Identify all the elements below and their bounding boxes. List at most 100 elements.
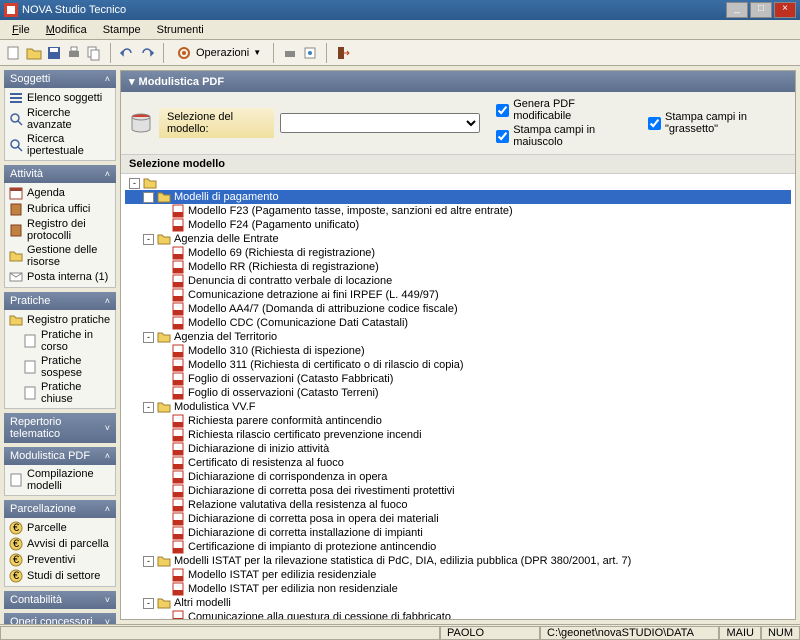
item-icon [23,334,37,348]
tree-node[interactable]: -Modelli ISTAT per la rilevazione statis… [125,554,791,568]
tree-node[interactable]: Certificato di resistenza al fuoco [125,456,791,470]
sidebar-item[interactable]: €Avvisi di parcella [5,536,115,552]
pdf-icon [171,386,185,400]
tree-node[interactable]: Dichiarazione di inizio attività [125,442,791,456]
tree-node[interactable]: - [125,176,791,190]
panel-header[interactable]: Oneri concessori˅ [4,613,116,624]
tree-node[interactable]: Foglio di osservazioni (Catasto Terreni) [125,386,791,400]
expand-toggle[interactable]: - [143,556,154,567]
tb-save-icon[interactable] [46,45,62,61]
tree-node[interactable]: Richiesta parere conformità antincendio [125,414,791,428]
chk-pdf-modificabile[interactable] [496,104,509,117]
panel-header[interactable]: Repertorio telematico˅ [4,413,116,443]
chk-grassetto-row[interactable]: Stampa campi in "grassetto" [648,111,787,135]
tree-node[interactable]: Foglio di osservazioni (Catasto Fabbrica… [125,372,791,386]
sidebar-item[interactable]: Pratiche chiuse [5,380,115,406]
chk-stampa-grassetto[interactable] [648,117,661,130]
folder-icon [143,176,157,190]
tree-node[interactable]: Certificazione di impianto di protezione… [125,540,791,554]
operazioni-dropdown[interactable]: Operazioni ▼ [172,43,265,63]
pdf-icon [171,484,185,498]
close-button[interactable]: × [774,2,796,18]
tb-print-icon[interactable] [66,45,82,61]
tree-node[interactable]: Modello CDC (Comunicazione Dati Catastal… [125,316,791,330]
tree-node[interactable]: -Modelli di pagamento [125,190,791,204]
tb-preview-icon[interactable] [302,45,318,61]
sidebar-item[interactable]: Ricerche avanzate [5,106,115,132]
tree-node[interactable]: Denuncia di contratto verbale di locazio… [125,274,791,288]
sidebar-item[interactable]: €Parcelle [5,520,115,536]
tree-node[interactable]: Modello 310 (Richiesta di ispezione) [125,344,791,358]
tb-exit-icon[interactable] [335,45,351,61]
tree-node[interactable]: Modello ISTAT per edilizia non residenzi… [125,582,791,596]
sidebar-item[interactable]: Elenco soggetti [5,90,115,106]
tree-node[interactable]: Modello 69 (Richiesta di registrazione) [125,246,791,260]
sidebar-item[interactable]: Registro pratiche [5,312,115,328]
sidebar-item[interactable]: €Preventivi [5,552,115,568]
tree-node[interactable]: Modello F23 (Pagamento tasse, imposte, s… [125,204,791,218]
tb-copy-icon[interactable] [86,45,102,61]
tree-node[interactable]: -Agenzia del Territorio [125,330,791,344]
tb-new-icon[interactable] [6,45,22,61]
expand-toggle[interactable]: - [143,332,154,343]
item-icon [23,386,37,400]
panel-header[interactable]: Modulistica PDF˄ [4,447,116,465]
model-select[interactable] [280,113,480,133]
tree-node[interactable]: Modello F24 (Pagamento unificato) [125,218,791,232]
pdf-icon [171,302,185,316]
chk-pdf-row[interactable]: Genera PDF modificabile [496,98,632,122]
panel-header[interactable]: Attività˄ [4,165,116,183]
panel-header[interactable]: Pratiche˄ [4,292,116,310]
tb-print2-icon[interactable] [282,45,298,61]
tree-node[interactable]: -Modulistica VV.F [125,400,791,414]
model-tree[interactable]: --Modelli di pagamentoModello F23 (Pagam… [121,174,795,619]
sidebar-item[interactable]: Agenda [5,185,115,201]
sidebar-item[interactable]: Pratiche in corso [5,328,115,354]
tb-undo-icon[interactable] [119,45,135,61]
operazioni-label: Operazioni [196,47,249,59]
expand-toggle[interactable]: - [143,234,154,245]
tree-node[interactable]: Modello 311 (Richiesta di certificato o … [125,358,791,372]
pdf-icon [171,344,185,358]
maximize-button[interactable]: □ [750,2,772,18]
tb-open-icon[interactable] [26,45,42,61]
expand-toggle[interactable]: - [143,402,154,413]
chk-stampa-maiuscolo[interactable] [496,130,509,143]
tree-node[interactable]: Comunicazione detrazione ai fini IRPEF (… [125,288,791,302]
tree-node[interactable]: -Altri modelli [125,596,791,610]
expand-toggle[interactable]: - [129,178,140,189]
sidebar-item[interactable]: Rubrica uffici [5,201,115,217]
tree-node[interactable]: Modello AA4/7 (Domanda di attribuzione c… [125,302,791,316]
panel-header[interactable]: Contabilità˅ [4,591,116,609]
menu-stampe[interactable]: Stampe [95,22,149,38]
expand-toggle[interactable]: - [143,598,154,609]
tree-node[interactable]: Modello ISTAT per edilizia residenziale [125,568,791,582]
chk-maiuscolo-row[interactable]: Stampa campi in maiuscolo [496,124,632,148]
tree-node[interactable]: Relazione valutativa della resistenza al… [125,498,791,512]
sidebar-item[interactable]: Registro dei protocolli [5,217,115,243]
tb-redo-icon[interactable] [139,45,155,61]
expand-toggle[interactable]: - [143,192,154,203]
status-path: C:\geonet\novaSTUDIO\DATA [540,626,719,640]
sidebar-item[interactable]: Ricerca ipertestuale [5,132,115,158]
tree-node[interactable]: Richiesta rilascio certificato prevenzio… [125,428,791,442]
panel-header[interactable]: Soggetti˄ [4,70,116,88]
menu-modifica[interactable]: Modifica [38,22,95,38]
tree-node[interactable]: -Agenzia delle Entrate [125,232,791,246]
tree-node[interactable]: Modello RR (Richiesta di registrazione) [125,260,791,274]
sidebar-item[interactable]: Pratiche sospese [5,354,115,380]
tree-node[interactable]: Comunicazione alla questura di cessione … [125,610,791,619]
sidebar-item[interactable]: €Studi di settore [5,568,115,584]
tree-node[interactable]: Dichiarazione di corrispondenza in opera [125,470,791,484]
tree-node[interactable]: Dichiarazione di corretta posa in opera … [125,512,791,526]
sidebar-item[interactable]: Posta interna (1) [5,269,115,285]
panel-header[interactable]: Parcellazione˄ [4,500,116,518]
minimize-button[interactable]: _ [726,2,748,18]
tree-node[interactable]: Dichiarazione di corretta posa dei rives… [125,484,791,498]
menu-file[interactable]: File [4,22,38,38]
toolbar-separator [163,43,164,63]
sidebar-item[interactable]: Compilazione modelli [5,467,115,493]
sidebar-item[interactable]: Gestione delle risorse [5,243,115,269]
tree-node[interactable]: Dichiarazione di corretta installazione … [125,526,791,540]
menu-strumenti[interactable]: Strumenti [149,22,212,38]
